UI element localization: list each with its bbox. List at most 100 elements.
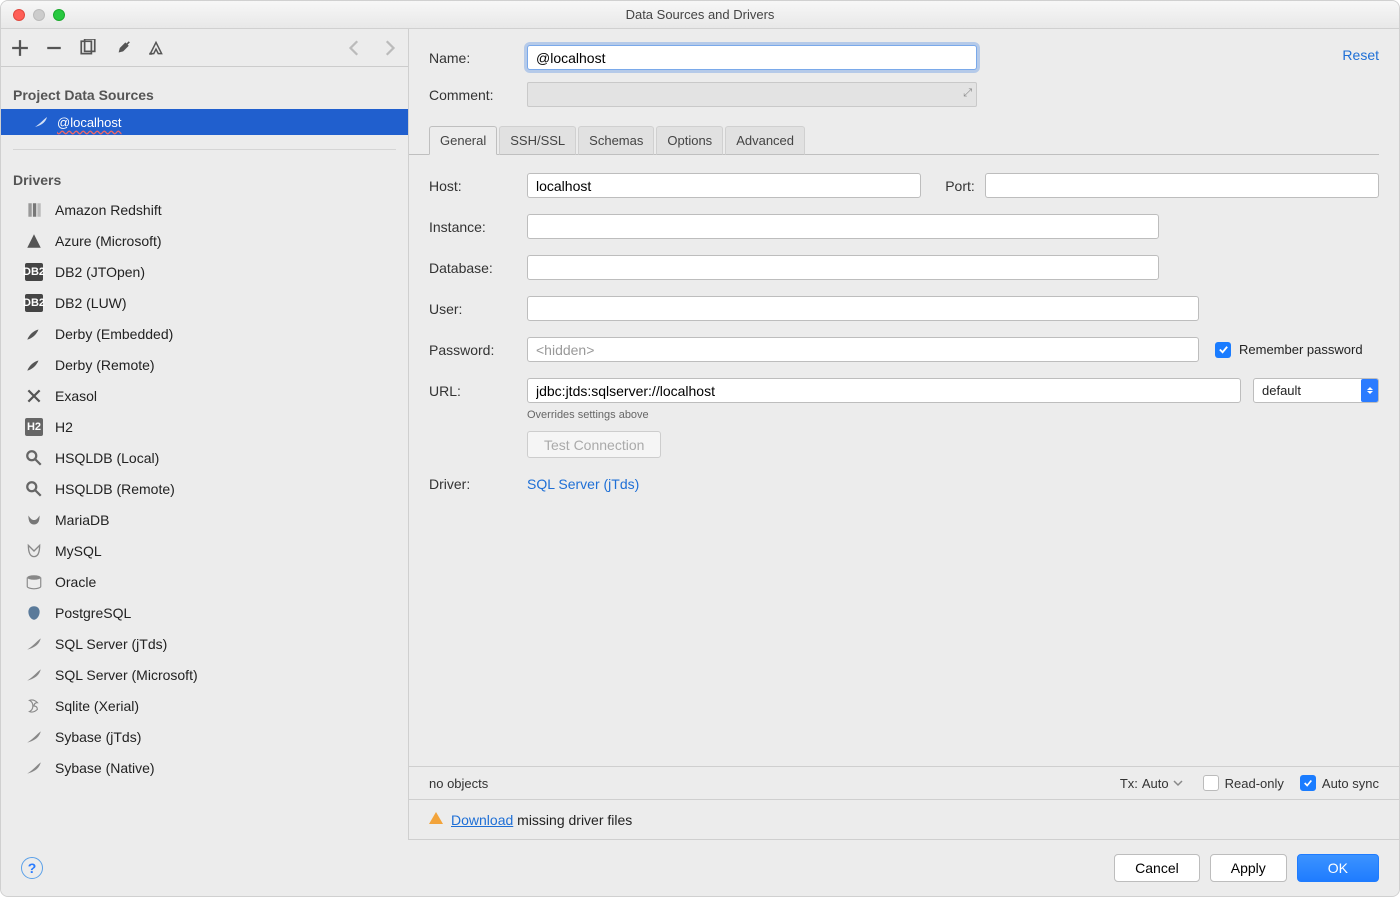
window-close-button[interactable] — [13, 9, 25, 21]
tab-advanced[interactable]: Advanced — [725, 126, 805, 155]
driver-label: MariaDB — [55, 512, 109, 528]
checkbox-icon — [1300, 775, 1316, 791]
ok-button[interactable]: OK — [1297, 854, 1379, 882]
window-minimize-button[interactable] — [33, 9, 45, 21]
database-label: Database: — [429, 260, 527, 276]
settings-button[interactable] — [111, 37, 133, 59]
chevron-down-icon — [1173, 778, 1183, 788]
comment-input[interactable]: ⤢ — [527, 82, 977, 107]
host-input[interactable] — [527, 173, 921, 198]
tab-general[interactable]: General — [429, 126, 497, 155]
driver-item[interactable]: Derby (Embedded) — [1, 318, 408, 349]
driver-item[interactable]: MariaDB — [1, 504, 408, 535]
driver-item[interactable]: SQL Server (jTds) — [1, 628, 408, 659]
duplicate-button[interactable] — [77, 37, 99, 59]
make-global-button[interactable] — [145, 37, 167, 59]
driver-item[interactable]: Derby (Remote) — [1, 349, 408, 380]
no-objects-text: no objects — [429, 776, 488, 791]
nav-forward-button[interactable] — [378, 37, 400, 59]
url-mode-select[interactable]: default — [1253, 378, 1379, 403]
tab-strip: General SSH/SSL Schemas Options Advanced — [409, 125, 1379, 155]
driver-label: Exasol — [55, 388, 97, 404]
readonly-checkbox[interactable]: Read-only — [1203, 775, 1284, 791]
driver-label: H2 — [55, 419, 73, 435]
titlebar: Data Sources and Drivers — [1, 1, 1399, 29]
user-input[interactable] — [527, 296, 1199, 321]
driver-label: HSQLDB (Local) — [55, 450, 159, 466]
sqlserver-icon — [33, 114, 49, 130]
tab-schemas[interactable]: Schemas — [578, 126, 654, 155]
user-label: User: — [429, 301, 527, 317]
driver-item[interactable]: HSQLDB (Remote) — [1, 473, 408, 504]
driver-label: SQL Server (jTds) — [55, 636, 167, 652]
driver-item[interactable]: PostgreSQL — [1, 597, 408, 628]
window-title: Data Sources and Drivers — [1, 7, 1399, 22]
sidebar: Project Data Sources @localhost Drivers … — [1, 29, 409, 840]
apply-button[interactable]: Apply — [1210, 854, 1287, 882]
driver-item[interactable]: DB2DB2 (JTOpen) — [1, 256, 408, 287]
stepper-icon — [1361, 379, 1378, 402]
database-input[interactable] — [527, 255, 1159, 280]
name-input[interactable] — [527, 45, 977, 70]
driver-item[interactable]: Exasol — [1, 380, 408, 411]
section-project-data-sources: Project Data Sources — [1, 79, 408, 109]
driver-label: Amazon Redshift — [55, 202, 162, 218]
driver-item[interactable]: SQL Server (Microsoft) — [1, 659, 408, 690]
data-source-item[interactable]: @localhost — [1, 109, 408, 135]
remember-password-label: Remember password — [1239, 342, 1363, 357]
checkbox-icon — [1203, 775, 1219, 791]
remember-password-checkbox[interactable]: Remember password — [1215, 342, 1363, 358]
driver-item[interactable]: DB2DB2 (LUW) — [1, 287, 408, 318]
driver-item[interactable]: Oracle — [1, 566, 408, 597]
driver-item[interactable]: Azure (Microsoft) — [1, 225, 408, 256]
driver-label: HSQLDB (Remote) — [55, 481, 175, 497]
tx-mode-select[interactable]: Tx: Auto — [1120, 776, 1183, 791]
driver-item[interactable]: H2H2 — [1, 411, 408, 442]
driver-label: Sybase (jTds) — [55, 729, 141, 745]
instance-label: Instance: — [429, 219, 527, 235]
driver-label: Derby (Remote) — [55, 357, 155, 373]
reset-link[interactable]: Reset — [1342, 47, 1379, 63]
url-input[interactable] — [527, 378, 1241, 403]
remove-button[interactable] — [43, 37, 65, 59]
driver-label: Driver: — [429, 476, 527, 492]
download-link[interactable]: Download — [451, 812, 513, 828]
url-label: URL: — [429, 383, 527, 399]
driver-item[interactable]: Sybase (Native) — [1, 752, 408, 783]
driver-label: Sqlite (Xerial) — [55, 698, 139, 714]
add-button[interactable] — [9, 37, 31, 59]
section-drivers: Drivers — [1, 164, 408, 194]
nav-back-button[interactable] — [344, 37, 366, 59]
main-panel: Reset Name: Comment: ⤢ General SSH/SSL S… — [409, 29, 1399, 840]
driver-item[interactable]: Sqlite (Xerial) — [1, 690, 408, 721]
tab-ssh-ssl[interactable]: SSH/SSL — [499, 126, 576, 155]
driver-label: DB2 (JTOpen) — [55, 264, 145, 280]
override-hint: Overrides settings above — [527, 409, 1379, 421]
password-input[interactable] — [527, 337, 1199, 362]
comment-label: Comment: — [429, 87, 527, 103]
driver-item[interactable]: MySQL — [1, 535, 408, 566]
port-label: Port: — [945, 178, 975, 194]
driver-link[interactable]: SQL Server (jTds) — [527, 476, 639, 492]
help-button[interactable]: ? — [21, 857, 43, 879]
name-label: Name: — [429, 50, 527, 66]
driver-item[interactable]: Amazon Redshift — [1, 194, 408, 225]
warning-icon — [429, 805, 443, 824]
driver-label: Oracle — [55, 574, 96, 590]
instance-input[interactable] — [527, 214, 1159, 239]
driver-item[interactable]: Sybase (jTds) — [1, 721, 408, 752]
password-label: Password: — [429, 342, 527, 358]
test-connection-button[interactable]: Test Connection — [527, 431, 661, 458]
port-input[interactable] — [985, 173, 1379, 198]
expand-icon[interactable]: ⤢ — [963, 87, 972, 100]
url-mode-value: default — [1262, 383, 1301, 398]
driver-item[interactable]: HSQLDB (Local) — [1, 442, 408, 473]
tab-options[interactable]: Options — [656, 126, 723, 155]
host-label: Host: — [429, 178, 527, 194]
autosync-checkbox[interactable]: Auto sync — [1300, 775, 1379, 791]
download-suffix: missing driver files — [513, 812, 632, 828]
window-maximize-button[interactable] — [53, 9, 65, 21]
data-source-label: @localhost — [57, 115, 122, 130]
cancel-button[interactable]: Cancel — [1114, 854, 1200, 882]
driver-label: SQL Server (Microsoft) — [55, 667, 198, 683]
